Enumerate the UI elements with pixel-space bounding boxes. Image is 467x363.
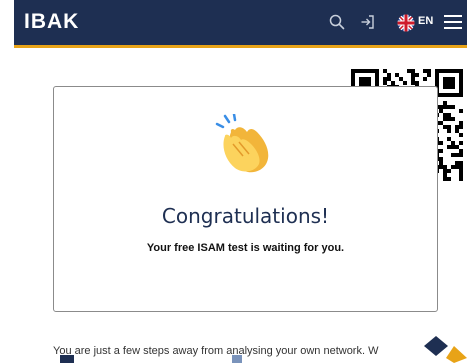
search-icon[interactable] [328,13,346,31]
login-icon[interactable] [359,13,377,31]
logo[interactable]: IBAK [24,10,79,34]
menu-icon[interactable] [442,12,464,32]
decorative-shape-left [60,355,74,363]
uk-flag-icon[interactable] [397,14,415,32]
decorative-shape-mid [232,355,242,363]
congratulations-card: Congratulations! Your free ISAM test is … [53,86,438,312]
decorative-shape-right [424,336,467,363]
intro-text: You are just a few steps away from analy… [53,345,379,357]
site-header: IBAK EN [14,0,467,48]
clapping-hands-icon [215,114,269,173]
card-subtitle: Your free ISAM test is waiting for you. [146,242,345,254]
page-title: Congratulations! [161,204,330,228]
language-selector[interactable]: EN [418,15,433,27]
